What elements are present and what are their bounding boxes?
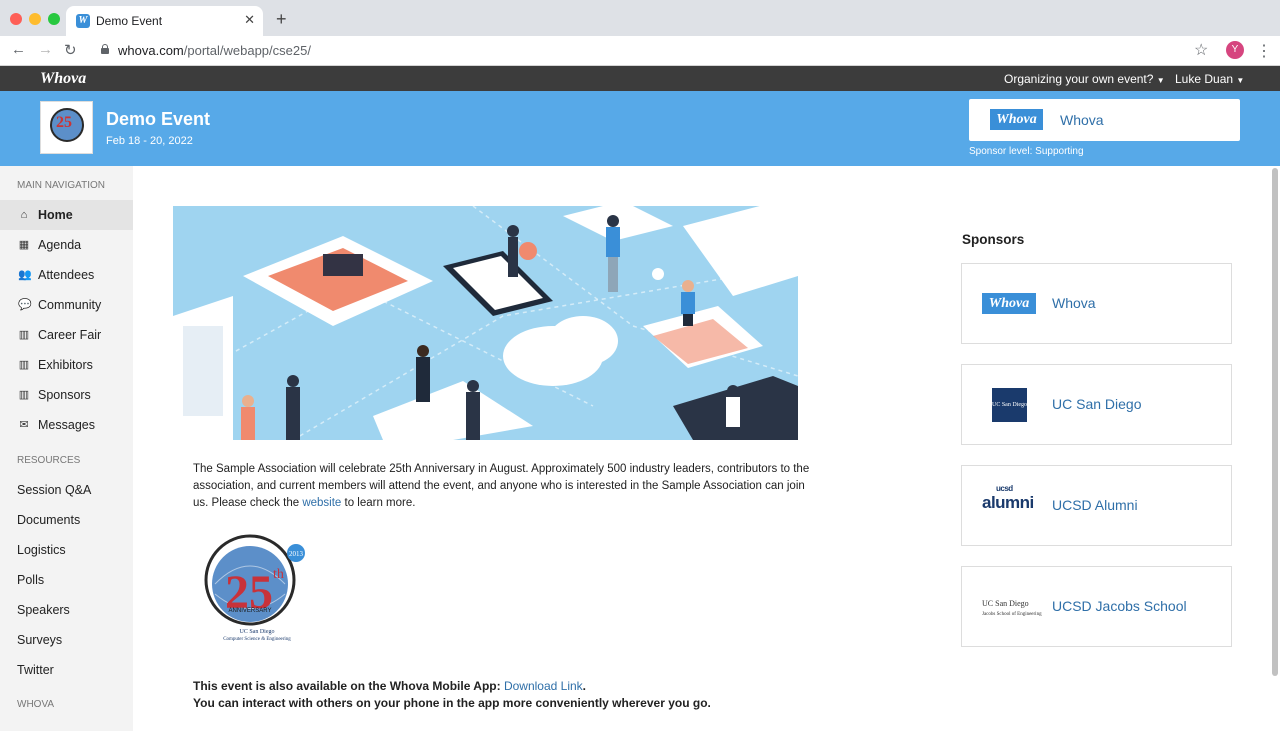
sponsor-card-ucsd-alumni[interactable]: ucsd alumni UCSD Alumni [961,465,1232,546]
resource-session-qa[interactable]: Session Q&A [17,483,91,497]
user-dropdown[interactable]: Luke Duan ▼ [1175,72,1244,86]
tab-title: Demo Event [96,14,162,28]
anniversary-dept: Computer Science & Engineering [223,637,291,642]
profile-avatar[interactable]: Y [1226,41,1244,59]
new-tab-icon[interactable]: + [276,9,287,30]
sidebar: MAIN NAVIGATION ⌂ Home ▦ Agenda 👥 Attend… [0,166,133,731]
jacobs-school-logo: UC San Diego Jacobs School of Engineerin… [982,599,1042,619]
anniversary-year: 2013 [289,550,304,558]
event-dates: Feb 18 - 20, 2022 [106,135,193,147]
sidebar-item-messages[interactable]: ✉ Messages [0,410,133,440]
app-top-bar: Whova Organizing your own event? ▼ Luke … [0,66,1280,91]
caret-down-icon: ▼ [1236,76,1244,85]
caret-down-icon: ▼ [1157,76,1165,85]
sidebar-item-home[interactable]: ⌂ Home [0,200,133,230]
sidebar-item-career-fair[interactable]: ▥ Career Fair [0,320,133,350]
event-title: Demo Event [106,109,210,130]
organize-event-dropdown[interactable]: Organizing your own event? ▼ [1004,72,1165,86]
address-bar: ← → ↻ whova.com/portal/webapp/cse25/ ☆ Y… [0,36,1280,66]
event-header: 25 Demo Event Feb 18 - 20, 2022 Whova Wh… [0,91,1280,166]
close-window-button[interactable] [10,13,22,25]
maximize-window-button[interactable] [48,13,60,25]
home-icon: ⌂ [18,209,30,221]
sidebar-item-attendees[interactable]: 👥 Attendees [0,260,133,290]
building-icon: ▥ [18,389,30,401]
ucsd-logo: UC San Diego [992,388,1027,422]
resources-heading: RESOURCES [17,455,80,466]
page-scrollbar[interactable] [1272,168,1278,676]
minimize-window-button[interactable] [29,13,41,25]
browser-tab-bar: W Demo Event ✕ + [0,0,1280,36]
browser-tab[interactable]: W Demo Event ✕ [66,6,263,36]
download-link[interactable]: Download Link [504,679,583,693]
resource-twitter[interactable]: Twitter [17,663,54,677]
sidebar-item-agenda[interactable]: ▦ Agenda [0,230,133,260]
close-tab-icon[interactable]: ✕ [244,12,255,28]
back-arrow-icon[interactable]: ← [11,41,26,58]
event-logo[interactable]: 25 [40,101,93,154]
sponsor-level: Sponsor level: Supporting [969,146,1084,157]
url-input[interactable]: whova.com/portal/webapp/cse25/ [118,43,311,58]
sponsor-card-whova[interactable]: Whova Whova [961,263,1232,344]
calendar-icon: ▦ [18,239,30,251]
browser-menu-icon[interactable]: ⋮ [1256,41,1272,61]
whova-favicon-icon: W [76,14,90,28]
anniversary-th: th [273,567,284,582]
bookmark-star-icon[interactable]: ☆ [1194,40,1208,60]
sidebar-item-community[interactable]: 💬 Community [0,290,133,320]
featured-sponsor-card[interactable]: Whova Whova [969,99,1240,141]
anniversary-org: UC San Diego [240,629,275,635]
reload-icon[interactable]: ↻ [64,41,77,59]
sponsors-heading: Sponsors [962,232,1024,247]
building-icon: ▥ [18,359,30,371]
resource-documents[interactable]: Documents [17,513,80,527]
mobile-app-note: This event is also available on the Whov… [193,678,711,712]
whova-heading: WHOVA [17,699,54,710]
sidebar-item-exhibitors[interactable]: ▥ Exhibitors [0,350,133,380]
sponsor-card-ucsd-jacobs[interactable]: UC San Diego Jacobs School of Engineerin… [961,566,1232,647]
forward-arrow-icon[interactable]: → [38,41,53,58]
resource-speakers[interactable]: Speakers [17,603,70,617]
lock-icon[interactable] [101,44,109,54]
ucsd-alumni-logo: ucsd alumni [982,493,1034,513]
whova-sponsor-logo: Whova [990,109,1043,130]
featured-sponsor-name: Whova [1060,112,1104,128]
users-icon: 👥 [18,269,30,281]
sidebar-item-sponsors[interactable]: ▥ Sponsors [0,380,133,410]
anniversary-word: ANNIVERSARY [229,608,272,614]
whova-logo[interactable]: Whova [40,70,86,88]
anniversary-logo: 2013 25 th ANNIVERSARY UC San Diego Comp… [195,528,307,646]
resource-logistics[interactable]: Logistics [17,543,66,557]
main-nav-heading: MAIN NAVIGATION [17,180,105,191]
event-description: The Sample Association will celebrate 25… [193,461,818,512]
resource-polls[interactable]: Polls [17,573,44,587]
building-icon: ▥ [18,329,30,341]
website-link[interactable]: website [302,497,341,509]
whova-sponsor-logo: Whova [982,293,1036,314]
sponsor-card-uc-san-diego[interactable]: UC San Diego UC San Diego [961,364,1232,445]
envelope-icon: ✉ [18,419,30,431]
comments-icon: 💬 [18,299,30,311]
event-banner-image [173,206,798,440]
resource-surveys[interactable]: Surveys [17,633,62,647]
